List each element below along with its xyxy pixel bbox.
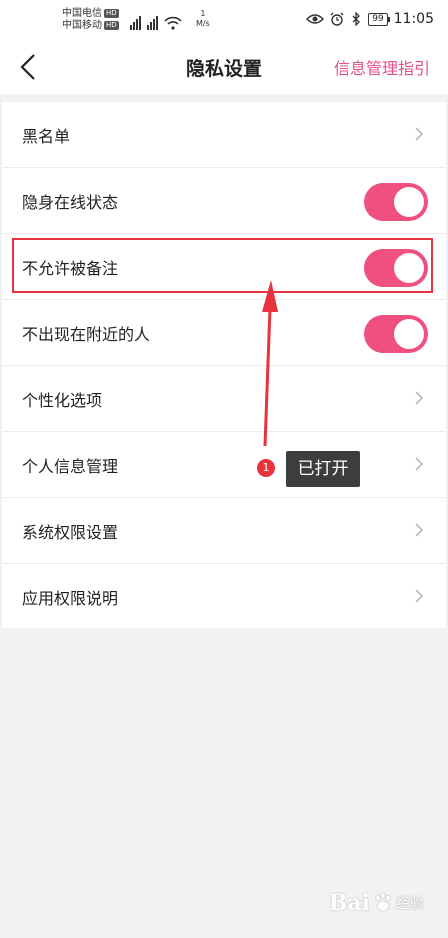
hide-nearby-toggle[interactable] xyxy=(364,315,428,353)
highlight-box xyxy=(12,238,433,293)
info-guide-link[interactable]: 信息管理指引 xyxy=(334,55,430,79)
baidu-watermark: Bai 经验 xyxy=(329,890,424,916)
alarm-icon xyxy=(330,12,344,26)
network-speed: 1 M/s xyxy=(196,9,210,28)
signal-bars-icon xyxy=(147,16,158,30)
row-label: 系统权限设置 xyxy=(22,523,119,542)
carrier-info: 中国电信 HD 中国移动 HD xyxy=(62,8,119,32)
status-right: 99 11:05 xyxy=(306,11,434,27)
eye-icon xyxy=(306,14,325,24)
row-label: 个人信息管理 xyxy=(22,457,119,476)
chevron-right-icon xyxy=(415,523,424,537)
chevron-right-icon xyxy=(415,391,424,405)
annotation-badge: 1 xyxy=(257,459,275,477)
invisible-online-toggle[interactable] xyxy=(364,183,428,221)
battery-icon: 99 xyxy=(368,12,391,26)
chevron-right-icon xyxy=(415,589,424,603)
chevron-right-icon xyxy=(415,127,424,141)
row-label: 隐身在线状态 xyxy=(22,193,119,212)
signal-bars-icon xyxy=(130,16,141,30)
annotation-tooltip: 已打开 xyxy=(286,451,360,487)
bluetooth-vibrate-icon xyxy=(352,12,361,26)
nav-header: 隐私设置 信息管理指引 xyxy=(0,40,448,94)
signal-icons xyxy=(130,10,182,30)
row-label: 个性化选项 xyxy=(22,391,103,410)
row-app-permissions[interactable]: 应用权限说明 xyxy=(2,564,446,628)
settings-list: 黑名单 隐身在线状态 不允许被备注 不出现在附近的人 个性化选项 个人信息管理 … xyxy=(2,102,446,628)
toggle-knob xyxy=(394,319,424,349)
row-personal-info[interactable]: 个人信息管理 xyxy=(2,432,446,498)
row-label: 不出现在附近的人 xyxy=(22,325,151,344)
status-bar: 中国电信 HD 中国移动 HD 1 M/s 99 11:05 xyxy=(0,0,448,40)
clock: 11:05 xyxy=(393,11,434,27)
chevron-right-icon xyxy=(415,457,424,471)
row-personalization[interactable]: 个性化选项 xyxy=(2,366,446,432)
wifi-icon xyxy=(164,16,182,30)
row-hide-nearby: 不出现在附近的人 xyxy=(2,300,446,366)
row-blacklist[interactable]: 黑名单 xyxy=(2,102,446,168)
carrier-2: 中国移动 xyxy=(62,20,102,31)
row-system-permissions[interactable]: 系统权限设置 xyxy=(2,498,446,564)
watermark-text: 经验 xyxy=(396,896,424,912)
row-label: 应用权限说明 xyxy=(22,589,119,608)
carrier-1: 中国电信 xyxy=(62,8,102,19)
hd-badge-1: HD xyxy=(104,9,119,18)
hd-badge-2: HD xyxy=(104,21,119,30)
watermark-brand: Bai xyxy=(328,890,370,916)
row-label: 黑名单 xyxy=(22,127,71,146)
toggle-knob xyxy=(394,187,424,217)
paw-logo-icon xyxy=(375,892,391,912)
row-invisible-online: 隐身在线状态 xyxy=(2,168,446,234)
